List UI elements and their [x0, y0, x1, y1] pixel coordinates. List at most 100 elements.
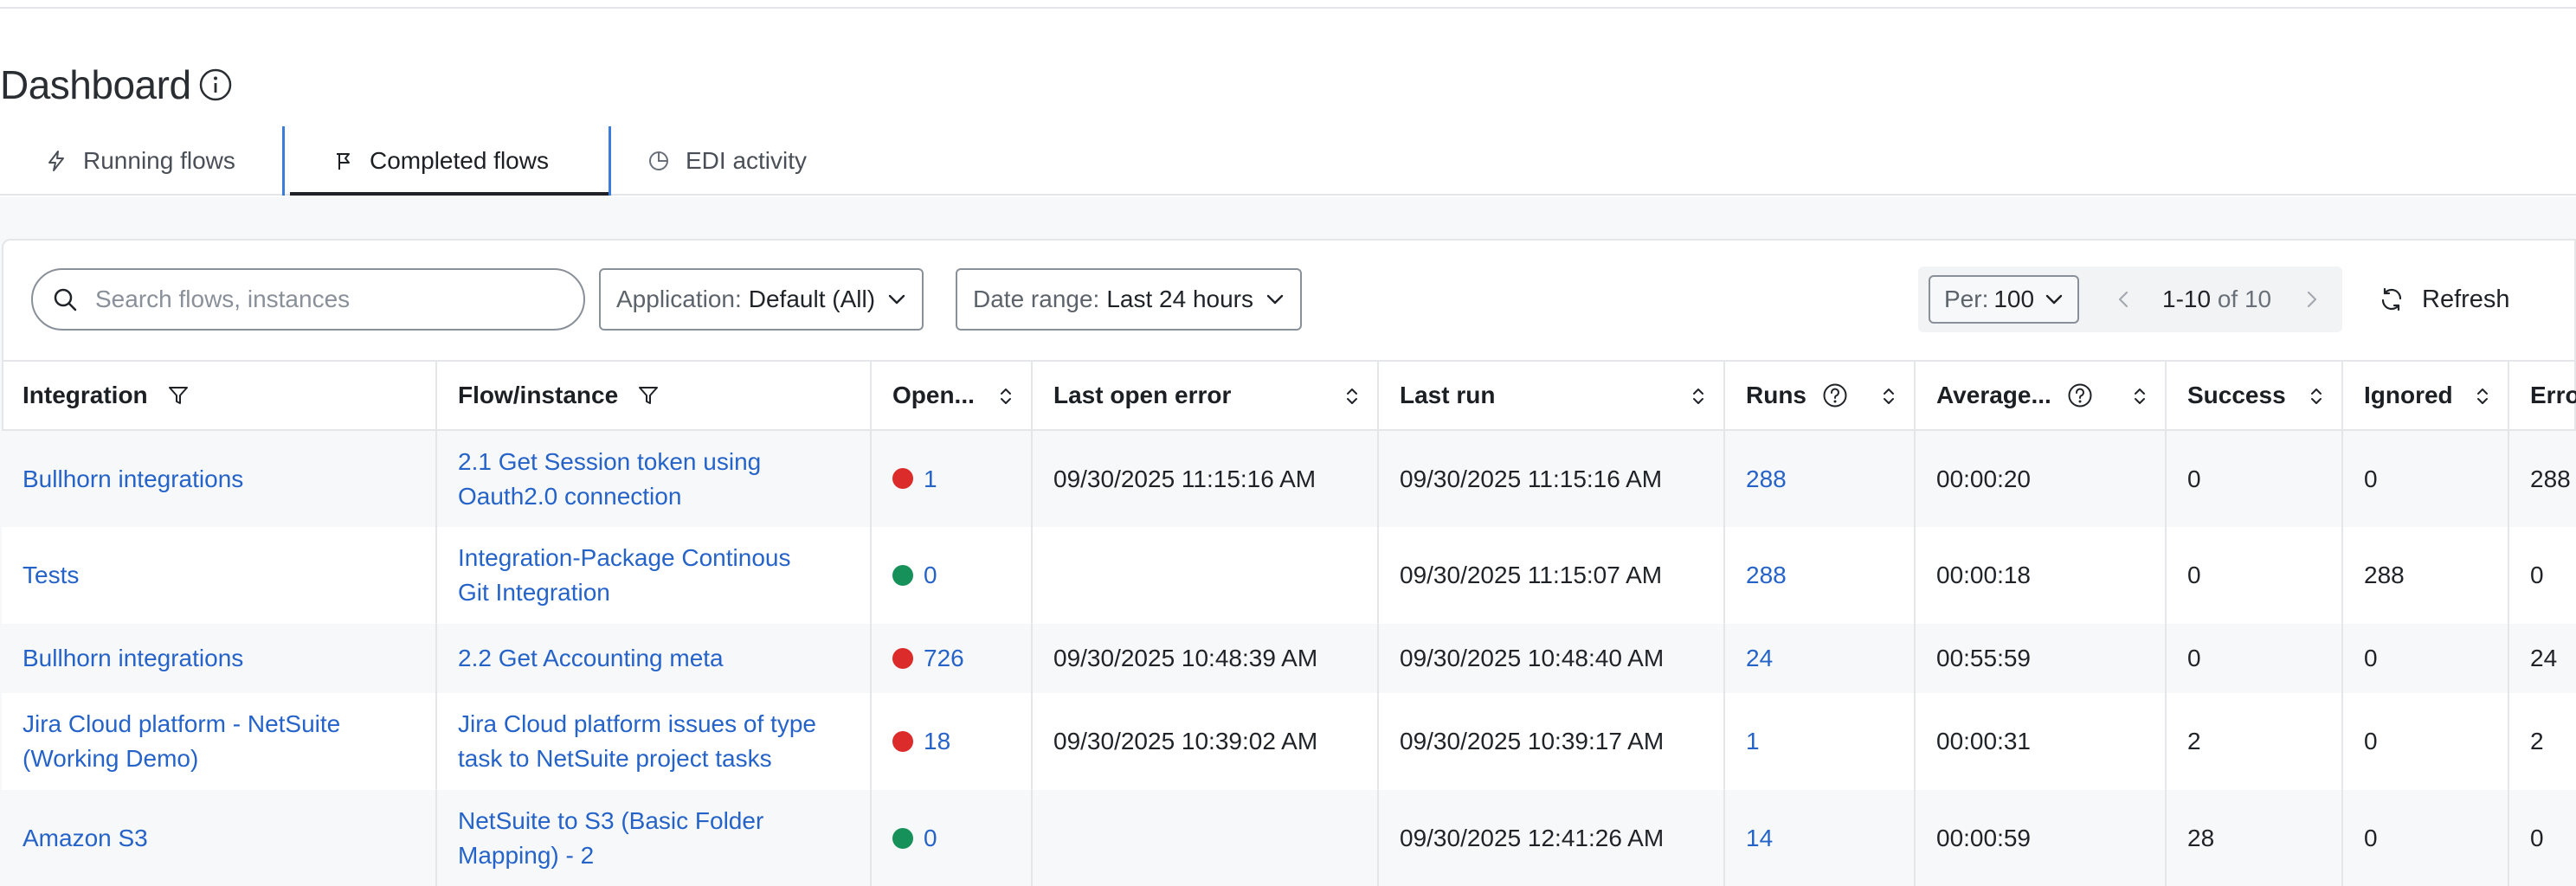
- table-row[interactable]: Bullhorn integrations 2.2 Get Accounting …: [2, 624, 2576, 693]
- success-cell: 0: [2166, 430, 2343, 527]
- runs-cell[interactable]: 1: [1724, 693, 1916, 790]
- help-icon[interactable]: [1822, 382, 1848, 408]
- flow-cell[interactable]: 2.2 Get Accounting meta: [436, 624, 872, 693]
- integration-cell[interactable]: Jira Cloud platform - NetSuite (Working D…: [2, 693, 437, 790]
- runs-cell[interactable]: 24: [1724, 624, 1916, 693]
- last-run-value: 09/30/2025 11:15:16 AM: [1400, 465, 1663, 492]
- tab-completed-flows[interactable]: Completed flows: [282, 126, 611, 196]
- integration-cell[interactable]: Bullhorn integrations: [2, 430, 437, 527]
- tab-running-flows[interactable]: Running flows: [45, 126, 235, 196]
- open-errors-cell[interactable]: 1: [871, 430, 1033, 527]
- integration-cell[interactable]: Bullhorn integrations: [2, 624, 437, 693]
- refresh-button[interactable]: Refresh: [2368, 275, 2521, 324]
- column-header-ignored[interactable]: Ignored: [2342, 360, 2509, 431]
- open-errors-link[interactable]: 0: [924, 825, 937, 851]
- filter-icon[interactable]: [637, 384, 660, 407]
- column-header-open[interactable]: Open...: [871, 360, 1033, 431]
- open-errors-cell[interactable]: 0: [871, 790, 1033, 886]
- sort-icon[interactable]: [2475, 386, 2490, 407]
- flow-cell-line[interactable]: Integration-Package Continous: [458, 541, 849, 575]
- filter-icon[interactable]: [167, 384, 190, 407]
- open-errors-cell[interactable]: 18: [871, 693, 1033, 790]
- integration-cell-line[interactable]: (Working Demo): [23, 742, 415, 776]
- integration-cell[interactable]: Tests: [2, 527, 437, 624]
- integration-cell-line[interactable]: Bullhorn integrations: [23, 641, 415, 676]
- runs-link[interactable]: 14: [1746, 825, 1773, 851]
- runs-cell[interactable]: 14: [1724, 790, 1916, 886]
- success-value: 0: [2187, 645, 2201, 671]
- open-errors-cell[interactable]: 0: [871, 527, 1033, 624]
- column-header-errors[interactable]: Errors: [2508, 360, 2576, 431]
- column-header-last-run[interactable]: Last run: [1378, 360, 1725, 431]
- open-errors-link[interactable]: 726: [924, 645, 964, 671]
- errors-cell: 2: [2508, 693, 2576, 790]
- open-errors-link[interactable]: 1: [924, 465, 937, 492]
- sort-icon[interactable]: [1881, 386, 1897, 407]
- runs-cell[interactable]: 288: [1724, 430, 1916, 527]
- average-cell: 00:00:20: [1915, 430, 2167, 527]
- sort-icon[interactable]: [2132, 386, 2148, 407]
- integration-cell-line[interactable]: Amazon S3: [23, 821, 415, 856]
- table-row[interactable]: Amazon S3 NetSuite to S3 (Basic Folder Map…: [2, 790, 2576, 886]
- previous-page-button[interactable]: [2107, 282, 2141, 317]
- table-row[interactable]: Tests Integration-Package Continous Git In…: [2, 527, 2576, 624]
- column-header-last-open-error[interactable]: Last open error: [1032, 360, 1379, 431]
- integration-cell-line[interactable]: Jira Cloud platform - NetSuite: [23, 707, 415, 742]
- help-icon[interactable]: [2067, 382, 2093, 408]
- open-errors-link[interactable]: 18: [924, 728, 950, 754]
- open-errors-cell[interactable]: 726: [871, 624, 1033, 693]
- runs-cell[interactable]: 288: [1724, 527, 1916, 624]
- column-header-flow[interactable]: Flow/instance: [436, 360, 872, 431]
- open-errors-link[interactable]: 0: [924, 562, 937, 588]
- sort-icon[interactable]: [1344, 386, 1360, 407]
- search-input[interactable]: [95, 286, 563, 313]
- integration-cell-line[interactable]: Tests: [23, 558, 415, 593]
- column-header-success[interactable]: Success: [2166, 360, 2343, 431]
- flow-cell[interactable]: 2.1 Get Session token using Oauth2.0 conn…: [436, 430, 872, 527]
- chevron-down-icon: [1266, 294, 1284, 305]
- info-icon[interactable]: [198, 67, 233, 102]
- integration-cell-line[interactable]: Bullhorn integrations: [23, 462, 415, 497]
- column-label: Flow/instance: [458, 382, 619, 408]
- flow-cell-line[interactable]: 2.2 Get Accounting meta: [458, 641, 849, 676]
- table-row[interactable]: Jira Cloud platform - NetSuite (Working D…: [2, 693, 2576, 790]
- column-header-integration[interactable]: Integration: [2, 360, 437, 431]
- flow-cell-line[interactable]: NetSuite to S3 (Basic Folder: [458, 804, 849, 838]
- flow-cell[interactable]: Integration-Package Continous Git Integra…: [436, 527, 872, 624]
- runs-link[interactable]: 24: [1746, 645, 1773, 671]
- column-header-runs[interactable]: Runs: [1724, 360, 1916, 431]
- average-value: 00:55:59: [1936, 645, 2031, 671]
- column-header-average[interactable]: Average...: [1915, 360, 2167, 431]
- runs-link[interactable]: 1: [1746, 728, 1760, 754]
- flow-cell[interactable]: Jira Cloud platform issues of type task t…: [436, 693, 872, 790]
- flow-cell-line[interactable]: task to NetSuite project tasks: [458, 742, 849, 776]
- flow-cell-line[interactable]: Mapping) - 2: [458, 838, 849, 873]
- search-box[interactable]: [31, 268, 585, 331]
- success-cell: 0: [2166, 624, 2343, 693]
- average-value: 00:00:59: [1936, 825, 2031, 851]
- runs-link[interactable]: 288: [1746, 562, 1787, 588]
- application-filter[interactable]: Application: Default (All): [599, 268, 924, 331]
- next-page-button[interactable]: [2294, 282, 2328, 317]
- page-title: Dashboard: [0, 62, 191, 107]
- flow-cell-line[interactable]: Jira Cloud platform issues of type: [458, 707, 849, 742]
- flow-cell[interactable]: NetSuite to S3 (Basic Folder Mapping) - 2: [436, 790, 872, 886]
- sort-icon[interactable]: [998, 386, 1014, 407]
- flow-cell-line[interactable]: Oauth2.0 connection: [458, 479, 849, 514]
- date-range-filter[interactable]: Date range: Last 24 hours: [956, 268, 1302, 331]
- per-page-select[interactable]: Per: 100: [1929, 275, 2080, 324]
- ignored-cell: 0: [2342, 624, 2509, 693]
- ignored-value: 0: [2364, 645, 2378, 671]
- runs-link[interactable]: 288: [1746, 465, 1787, 492]
- column-label: Open...: [892, 382, 975, 408]
- flow-cell-line[interactable]: Git Integration: [458, 575, 849, 610]
- tab-edi-activity[interactable]: EDI activity: [647, 126, 807, 196]
- sort-icon[interactable]: [2309, 386, 2324, 407]
- integration-cell[interactable]: Amazon S3: [2, 790, 437, 886]
- errors-value: 288: [2530, 465, 2571, 492]
- table-row[interactable]: Bullhorn integrations 2.1 Get Session tok…: [2, 430, 2576, 527]
- sort-icon[interactable]: [1690, 386, 1706, 407]
- chevron-down-icon: [888, 294, 905, 305]
- success-value: 2: [2187, 728, 2201, 754]
- flow-cell-line[interactable]: 2.1 Get Session token using: [458, 445, 849, 479]
